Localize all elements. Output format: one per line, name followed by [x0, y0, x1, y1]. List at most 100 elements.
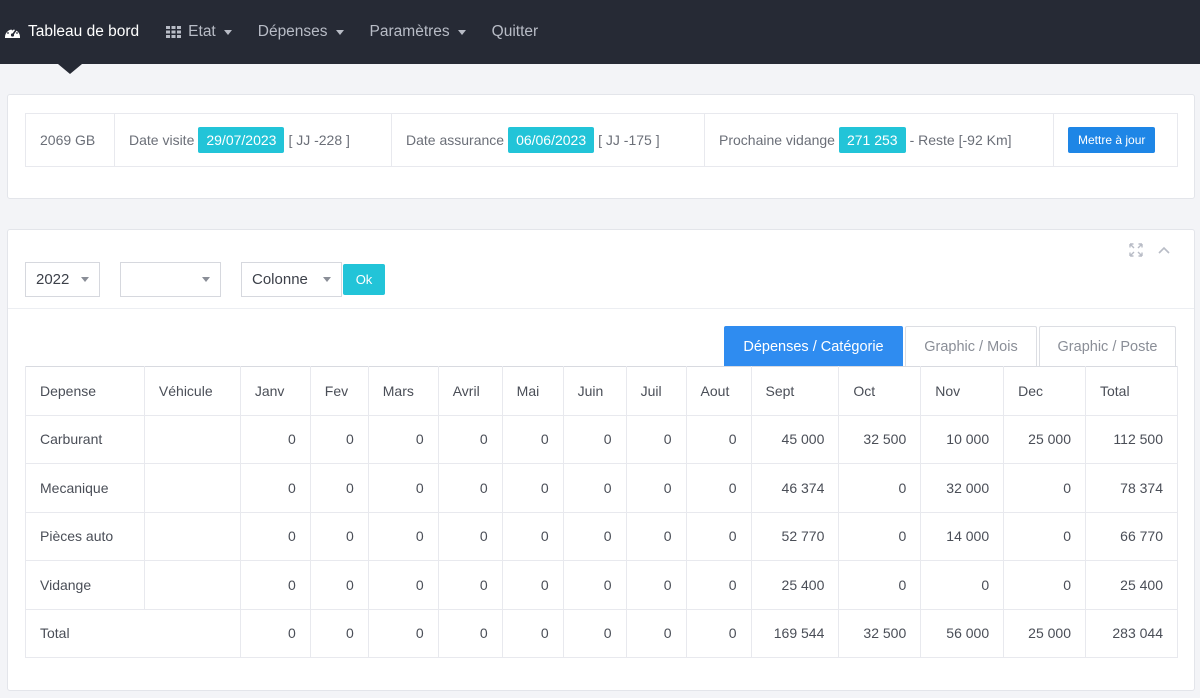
amount-cell: 0 — [437, 511, 503, 561]
amount-cell: 45 000 — [750, 414, 840, 464]
amount-cell: 0 — [1003, 560, 1086, 610]
column-header: Avril — [437, 366, 503, 416]
expenses-table: Depense Véhicule Janv Fev Mars Avril Mai… — [25, 366, 1178, 658]
amount-cell: 0 — [685, 414, 752, 464]
amount-cell: 14 000 — [920, 511, 1005, 561]
amount-cell: 0 — [562, 463, 627, 513]
chevron-down-icon — [223, 29, 232, 35]
oil-change-cell: Prochaine vidange 271 253 - Reste [-92 K… — [705, 114, 1054, 166]
amount-cell: 32 500 — [838, 414, 922, 464]
update-button[interactable]: Mettre à jour — [1068, 127, 1156, 153]
expand-icon[interactable] — [1128, 242, 1144, 258]
insurance-date-label: Date assurance — [406, 132, 505, 148]
total-amount-cell: 0 — [562, 608, 627, 658]
secondary-select[interactable] — [120, 262, 221, 297]
chart-type-select[interactable]: Colonne — [241, 262, 342, 297]
tab-graphic-mois[interactable]: Graphic / Mois — [905, 326, 1037, 366]
column-header: Mars — [367, 366, 439, 416]
insurance-days-remaining: [ JJ -175 ] — [598, 132, 660, 148]
total-amount-cell: 283 044 — [1085, 608, 1178, 658]
total-amount-cell: 0 — [309, 608, 369, 658]
visit-date-badge: 29/07/2023 — [198, 127, 285, 153]
table-header-row: Depense Véhicule Janv Fev Mars Avril Mai… — [25, 366, 1178, 416]
amount-cell: 0 — [562, 560, 627, 610]
nav-etat-menu[interactable]: Etat — [153, 0, 245, 64]
top-navbar: Tableau de bord Etat Dépenses Paramètres… — [0, 0, 1200, 64]
amount-cell: 46 374 — [750, 463, 840, 513]
oil-change-remaining: - Reste [-92 Km] — [909, 132, 1012, 148]
chevron-down-icon — [335, 29, 344, 35]
vehicle-cell — [143, 511, 241, 561]
filters-row: 2022 Colonne Ok — [25, 262, 385, 297]
dashboard-gauge-icon — [5, 28, 20, 38]
column-header: Mai — [501, 366, 564, 416]
oil-change-label: Prochaine vidange — [719, 132, 835, 148]
nav-depenses-label: Dépenses — [257, 23, 328, 40]
ok-button[interactable]: Ok — [343, 264, 385, 295]
total-amount-cell: 0 — [437, 608, 503, 658]
column-header: Depense — [25, 366, 145, 416]
amount-cell: 78 374 — [1085, 463, 1178, 513]
total-amount-cell: 0 — [367, 608, 439, 658]
table-row: Carburant 0 0 0 0 0 0 0 0 45 000 32 500 10 000 25 00… — [25, 414, 1178, 464]
year-select[interactable]: 2022 — [25, 262, 100, 297]
amount-cell: 0 — [367, 414, 439, 464]
nav-parametres-menu[interactable]: Paramètres — [357, 0, 479, 64]
nav-quitter-link[interactable]: Quitter — [479, 0, 552, 64]
tab-depenses-categorie[interactable]: Dépenses / Catégorie — [724, 326, 903, 366]
amount-cell: 66 770 — [1085, 511, 1178, 561]
amount-cell: 0 — [239, 414, 311, 464]
expense-category-cell: Pièces auto — [25, 511, 145, 561]
nav-parametres-label: Paramètres — [369, 23, 450, 40]
chart-type-select-value: Colonne — [252, 271, 308, 288]
active-nav-pointer — [58, 64, 82, 74]
table-row: Vidange 0 0 0 0 0 0 0 0 25 400 0 0 0 25 400 — [25, 560, 1178, 610]
amount-cell: 0 — [625, 463, 687, 513]
vehicle-plate-cell: 2069 GB — [26, 114, 115, 166]
amount-cell: 52 770 — [750, 511, 840, 561]
amount-cell: 0 — [309, 463, 369, 513]
column-header: Véhicule — [143, 366, 241, 416]
amount-cell: 0 — [437, 463, 503, 513]
amount-cell: 0 — [1003, 463, 1086, 513]
total-amount-cell: 0 — [239, 608, 311, 658]
column-header: Aout — [685, 366, 752, 416]
amount-cell: 0 — [562, 511, 627, 561]
amount-cell: 0 — [501, 463, 564, 513]
vehicle-info-bar: 2069 GB Date visite 29/07/2023 [ JJ -228… — [25, 113, 1178, 167]
amount-cell: 0 — [437, 560, 503, 610]
expenses-card: 2022 Colonne Ok Dépenses / Catégorie Gra… — [7, 229, 1195, 691]
amount-cell: 0 — [625, 414, 687, 464]
insurance-date-cell: Date assurance 06/06/2023 [ JJ -175 ] — [392, 114, 705, 166]
table-row: Mecanique 0 0 0 0 0 0 0 0 46 374 0 32 000 0 78 374 — [25, 463, 1178, 513]
amount-cell: 0 — [367, 511, 439, 561]
amount-cell: 0 — [625, 560, 687, 610]
nav-etat-label: Etat — [188, 23, 216, 40]
divider — [8, 308, 1194, 309]
collapse-chevron-up-icon[interactable] — [1156, 242, 1172, 258]
amount-cell: 0 — [309, 414, 369, 464]
amount-cell: 0 — [501, 414, 564, 464]
view-tabs: Dépenses / Catégorie Graphic / Mois Grap… — [722, 326, 1176, 366]
amount-cell: 0 — [838, 560, 922, 610]
chevron-down-icon — [323, 277, 331, 282]
amount-cell: 0 — [838, 511, 922, 561]
chevron-down-icon — [202, 277, 210, 282]
amount-cell: 112 500 — [1085, 414, 1178, 464]
total-amount-cell: 169 544 — [750, 608, 840, 658]
column-header: Total — [1085, 366, 1178, 416]
amount-cell: 0 — [309, 511, 369, 561]
visit-days-remaining: [ JJ -228 ] — [288, 132, 350, 148]
amount-cell: 0 — [625, 511, 687, 561]
amount-cell: 0 — [685, 511, 752, 561]
vehicle-info-card: 2069 GB Date visite 29/07/2023 [ JJ -228… — [7, 94, 1195, 199]
tab-graphic-poste[interactable]: Graphic / Poste — [1039, 326, 1176, 366]
nav-depenses-menu[interactable]: Dépenses — [245, 0, 357, 64]
total-amount-cell: 0 — [625, 608, 687, 658]
amount-cell: 32 000 — [920, 463, 1005, 513]
nav-dashboard[interactable]: Tableau de bord — [4, 0, 153, 64]
total-amount-cell: 56 000 — [920, 608, 1005, 658]
chevron-down-icon — [81, 277, 89, 282]
amount-cell: 0 — [367, 463, 439, 513]
expense-category-cell: Vidange — [25, 560, 145, 610]
